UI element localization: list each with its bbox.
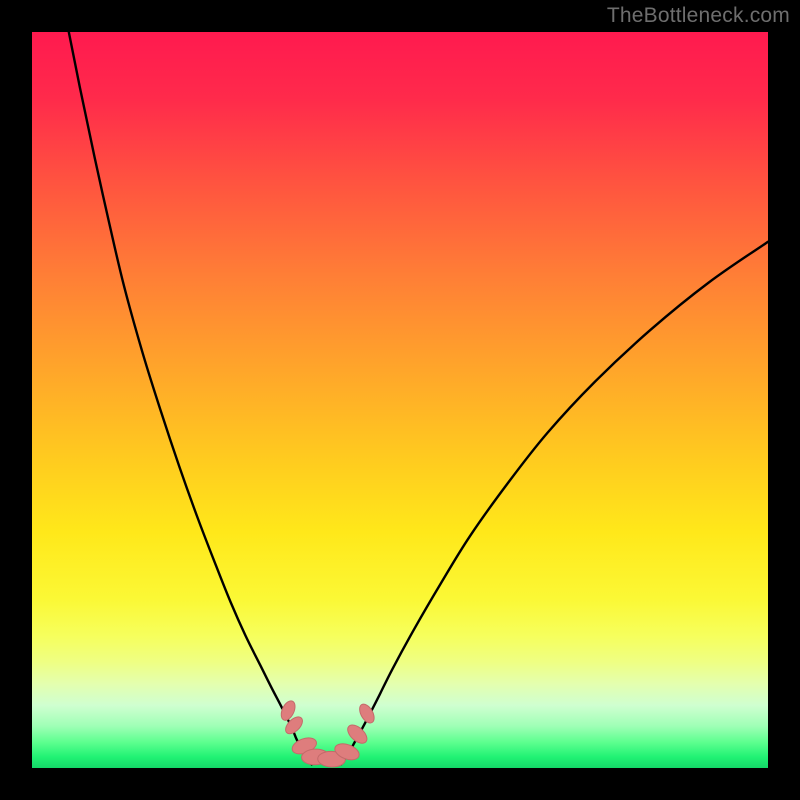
- plot-area: [32, 32, 768, 768]
- right-curve: [341, 242, 768, 765]
- curve-layer: [32, 32, 768, 768]
- left-curve: [69, 32, 312, 764]
- watermark-text: TheBottleneck.com: [607, 4, 790, 28]
- chart-frame: TheBottleneck.com: [0, 0, 800, 800]
- trough-marker: [344, 722, 370, 747]
- trough-markers: [278, 699, 377, 768]
